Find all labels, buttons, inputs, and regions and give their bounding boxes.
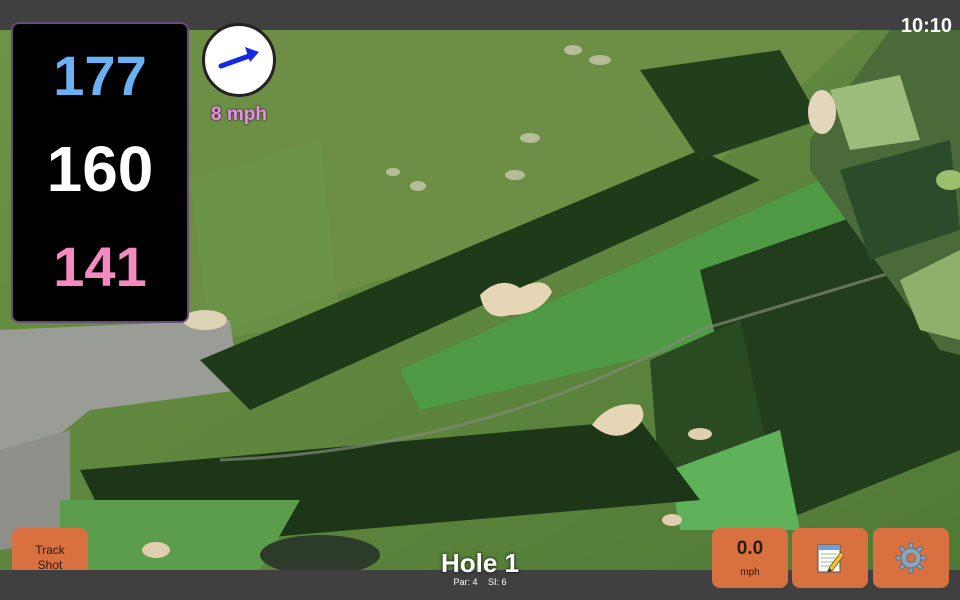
gear-icon bbox=[895, 542, 927, 574]
hole-details: Par: 4 SI: 6 bbox=[380, 577, 580, 587]
settings-button[interactable] bbox=[873, 528, 949, 588]
distance-front: 141 bbox=[53, 235, 147, 298]
speed-value: 0.0 bbox=[736, 537, 764, 559]
distance-panel[interactable]: 177 160 141 bbox=[11, 22, 189, 323]
speed-button[interactable]: 0.0 mph bbox=[712, 528, 788, 588]
wind-direction-dial bbox=[202, 23, 276, 97]
wind-arrow-icon bbox=[218, 47, 259, 69]
hole-title[interactable]: Hole 1 bbox=[380, 550, 580, 576]
clock: 10:10 bbox=[900, 15, 952, 37]
hole-stroke-index: SI: 6 bbox=[488, 577, 507, 587]
hole-par: Par: 4 bbox=[453, 577, 478, 587]
distance-back: 177 bbox=[53, 44, 147, 107]
golf-gps-screen: 10:10 177 160 141 8 mph Track Shot Hole … bbox=[0, 0, 960, 600]
notepad-icon bbox=[817, 544, 845, 573]
track-shot-label-line1: Track bbox=[35, 543, 65, 557]
speed-unit: mph bbox=[740, 566, 760, 578]
wind-speed: 8 mph bbox=[211, 104, 267, 125]
notes-button[interactable] bbox=[792, 528, 868, 588]
distance-center: 160 bbox=[46, 133, 154, 205]
